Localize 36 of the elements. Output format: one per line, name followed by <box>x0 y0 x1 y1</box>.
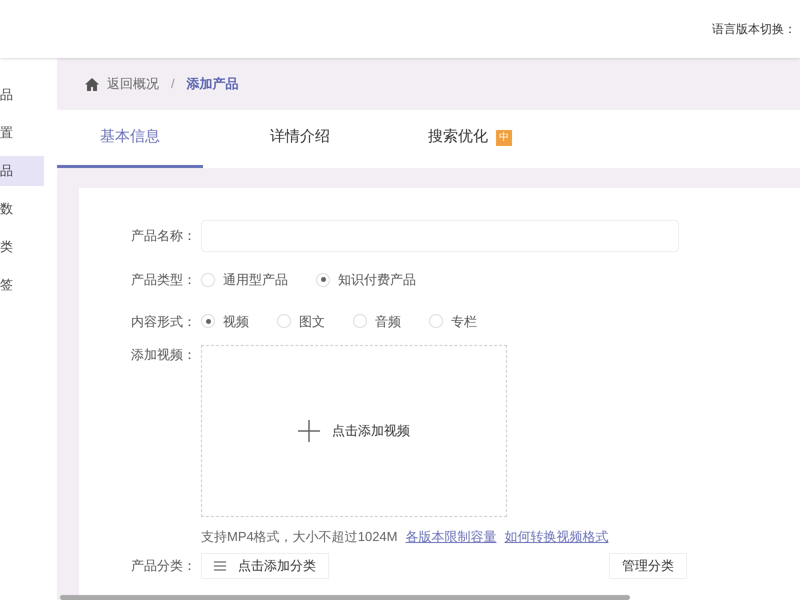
sidebar-item[interactable]: 类 <box>0 232 44 262</box>
add-category-button[interactable]: 点击添加分类 <box>201 552 329 578</box>
field-label: 产品分类： <box>131 556 197 575</box>
sidebar-item[interactable]: 品 <box>0 80 44 110</box>
list-icon <box>214 560 226 570</box>
plus-icon <box>298 420 320 442</box>
sidebar-item[interactable]: 品 <box>0 156 44 186</box>
breadcrumb-current: 添加产品 <box>186 75 239 94</box>
language-label: 语言版本切换： <box>712 21 797 38</box>
format-hint: 支持MP4格式，大小不超过1024M <box>201 528 398 546</box>
radio-option[interactable]: 视频 <box>201 312 249 331</box>
manage-category-button[interactable]: 管理分类 <box>609 552 687 578</box>
scrollbar[interactable] <box>60 595 630 600</box>
sidebar-item[interactable]: 置 <box>0 118 44 148</box>
field-label: 内容形式： <box>131 312 197 330</box>
radio-option[interactable]: 图文 <box>277 312 325 331</box>
upload-label: 点击添加视频 <box>332 422 410 440</box>
tab-badge: 中 <box>496 130 512 146</box>
video-upload-area[interactable]: 点击添加视频 <box>201 345 507 517</box>
field-label: 产品名称： <box>131 227 197 246</box>
tab[interactable]: 基本信息 <box>57 110 203 168</box>
sidebar-item[interactable]: 签 <box>0 270 44 300</box>
field-label: 产品类型： <box>131 271 197 289</box>
tab[interactable]: 详情介绍 <box>227 110 373 168</box>
sidebar-item[interactable]: 数 <box>0 194 44 224</box>
field-label: 添加视频： <box>131 346 197 364</box>
breadcrumb-separator: / <box>171 75 175 94</box>
radio-option[interactable]: 知识付费产品 <box>316 270 416 290</box>
radio-option[interactable]: 通用型产品 <box>201 270 288 290</box>
radio-option[interactable]: 专栏 <box>429 312 477 331</box>
tab[interactable]: 搜索优化 中 <box>397 110 543 168</box>
breadcrumb-link[interactable]: 返回概况 <box>107 74 159 94</box>
radio-option[interactable]: 音频 <box>353 312 401 331</box>
home-icon <box>85 78 99 90</box>
convert-link[interactable]: 如何转换视频格式 <box>504 527 608 546</box>
capacity-link[interactable]: 各版本限制容量 <box>405 527 496 546</box>
